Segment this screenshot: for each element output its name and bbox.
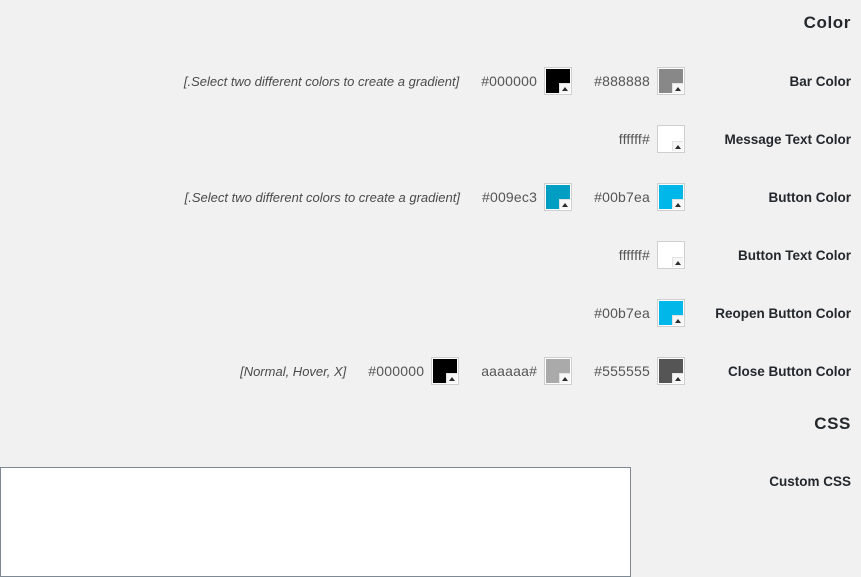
- caret-up-icon: [559, 373, 571, 383]
- hex-value-text[interactable]: #00b7ea: [594, 305, 650, 321]
- color-swatch-button[interactable]: [657, 125, 685, 153]
- row-hint: [Normal, Hover, X]: [240, 363, 347, 379]
- hex-value-text[interactable]: #888888: [594, 73, 650, 89]
- color-field: aaaaaa#: [481, 357, 573, 385]
- color-swatch-button[interactable]: [657, 241, 685, 269]
- row-label: Button Text Color: [738, 247, 851, 263]
- settings-page: Color CSS [.Select two different colors …: [0, 0, 861, 577]
- hex-value-text[interactable]: ffffff#: [619, 131, 650, 147]
- color-swatch-button[interactable]: [544, 67, 573, 95]
- custom-css-label: Custom CSS: [769, 473, 851, 489]
- caret-up-icon: [672, 373, 683, 383]
- color-swatch-button[interactable]: [657, 357, 685, 385]
- color-controls: #00b7ea: [572, 299, 685, 327]
- color-controls: #000000 aaaaaa# #555555: [346, 357, 685, 385]
- color-field: #000000: [481, 67, 573, 95]
- caret-up-icon: [672, 315, 683, 325]
- caret-up-icon: [672, 83, 683, 93]
- caret-up-icon: [672, 141, 683, 151]
- row-label: Bar Color: [789, 73, 851, 89]
- caret-up-icon: [672, 257, 683, 267]
- color-swatch-button[interactable]: [431, 357, 460, 385]
- color-field: #009ec3: [482, 183, 573, 211]
- color-field: ffffff#: [619, 125, 685, 153]
- row-label: Reopen Button Color: [715, 305, 851, 321]
- color-field: #888888: [594, 67, 685, 95]
- caret-up-icon: [559, 199, 571, 209]
- color-controls: #000000 #888888: [459, 67, 685, 95]
- hex-value-text[interactable]: #000000: [368, 363, 424, 379]
- row-label: Message Text Color: [724, 131, 851, 147]
- row-hint: [.Select two different colors to create …: [184, 189, 460, 205]
- color-row: #00b7ea Reopen Button Color: [0, 298, 851, 328]
- color-swatch-button[interactable]: [657, 183, 685, 211]
- color-controls: ffffff#: [597, 125, 685, 153]
- hex-value-text[interactable]: #00b7ea: [594, 189, 650, 205]
- color-row: [.Select two different colors to create …: [0, 66, 851, 96]
- row-hint: [.Select two different colors to create …: [183, 73, 460, 89]
- color-swatch-button[interactable]: [657, 299, 685, 327]
- color-field: #00b7ea: [594, 299, 685, 327]
- section-heading-css: CSS: [814, 414, 851, 433]
- hex-value-text[interactable]: #000000: [481, 73, 537, 89]
- caret-up-icon: [559, 83, 571, 93]
- color-row: [Normal, Hover, X] #000000 aaaaaa# #555555 C…: [0, 356, 851, 386]
- row-label: Close Button Color: [728, 363, 851, 379]
- color-swatch-button[interactable]: [657, 67, 685, 95]
- color-row: [.Select two different colors to create …: [0, 182, 851, 212]
- color-swatch-button[interactable]: [544, 183, 573, 211]
- hex-value-text[interactable]: #009ec3: [482, 189, 537, 205]
- custom-css-textarea[interactable]: [0, 467, 631, 577]
- hex-value-text[interactable]: aaaaaa#: [481, 363, 537, 379]
- color-row: ffffff# Message Text Color: [0, 124, 851, 154]
- color-field: #00b7ea: [594, 183, 685, 211]
- row-label: Button Color: [768, 189, 851, 205]
- color-field: #555555: [594, 357, 685, 385]
- hex-value-text[interactable]: #555555: [594, 363, 650, 379]
- caret-up-icon: [672, 199, 683, 209]
- color-row: ffffff# Button Text Color: [0, 240, 851, 270]
- hex-value-text[interactable]: ffffff#: [619, 247, 650, 263]
- color-field: #000000: [368, 357, 460, 385]
- color-controls: ffffff#: [597, 241, 685, 269]
- color-controls: #009ec3 #00b7ea: [460, 183, 685, 211]
- section-heading-color: Color: [803, 13, 851, 32]
- caret-up-icon: [446, 373, 458, 383]
- color-field: ffffff#: [619, 241, 685, 269]
- color-swatch-button[interactable]: [544, 357, 573, 385]
